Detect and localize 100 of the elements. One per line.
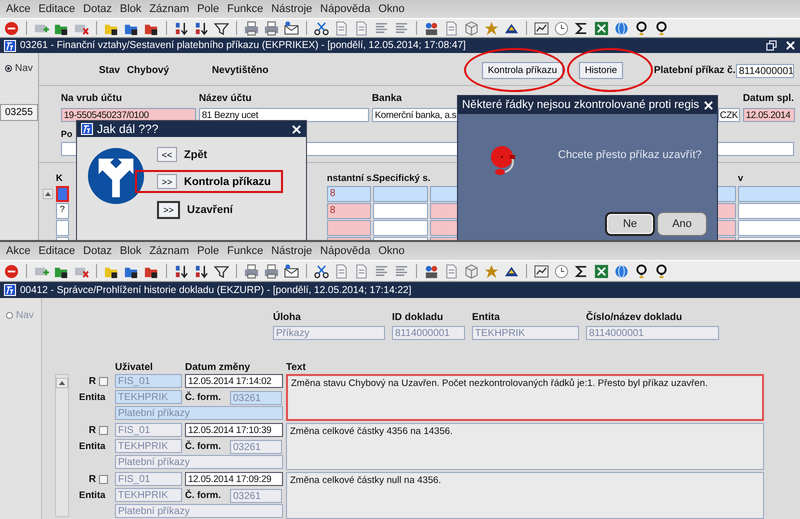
column-header: Datum změny — [185, 362, 252, 374]
action-button[interactable]: Historie — [578, 62, 624, 79]
sort-icon[interactable] — [194, 264, 209, 278]
stop-icon[interactable] — [4, 264, 19, 278]
checkbox[interactable] — [99, 426, 108, 435]
column-header: Specifický s. — [372, 173, 428, 184]
menu-item[interactable]: Akce — [2, 3, 34, 15]
input-field: TEKHPRIK — [472, 326, 579, 340]
spreadsheet-icon[interactable] — [594, 20, 609, 36]
dialog-button[interactable]: Ano — [657, 212, 707, 236]
menu-item[interactable]: Nástroje — [267, 3, 316, 15]
document-icon[interactable] — [354, 264, 369, 278]
menu-item[interactable]: Nástroje — [267, 245, 316, 257]
menu-item[interactable]: Nápověda — [316, 245, 374, 257]
stop-icon[interactable] — [4, 20, 19, 36]
sum-icon[interactable] — [574, 264, 589, 278]
menu-item[interactable]: Editace — [34, 245, 80, 257]
column-header: Text — [286, 362, 306, 374]
checkbox[interactable] — [99, 475, 108, 484]
envelope-icon[interactable] — [284, 20, 299, 36]
globe-icon[interactable] — [614, 264, 629, 278]
sum-icon[interactable] — [574, 20, 589, 36]
input-field[interactable]: 12.05.2014 — [742, 108, 795, 122]
menu-item[interactable]: Okno — [374, 245, 409, 257]
menu-item[interactable]: Okno — [374, 3, 409, 15]
sort-icon[interactable] — [194, 20, 209, 36]
input-field[interactable]: CZK — [718, 108, 740, 122]
menu-item[interactable]: Záznam — [145, 3, 194, 15]
radio-button[interactable] — [6, 312, 13, 319]
star-icon[interactable] — [484, 20, 499, 36]
document-icon[interactable] — [444, 264, 459, 278]
sort-icon[interactable] — [174, 264, 189, 278]
printer-icon[interactable] — [264, 20, 279, 36]
menu-item[interactable]: Blok — [116, 3, 146, 15]
close-icon[interactable] — [291, 124, 302, 134]
list-icon[interactable] — [394, 264, 409, 278]
sort-icon[interactable] — [174, 20, 189, 36]
menu-item[interactable]: Dotaz — [79, 3, 116, 15]
menu-item[interactable]: Pole — [193, 3, 224, 15]
table-cell[interactable] — [56, 220, 69, 236]
menu-item[interactable]: Funkce — [223, 245, 268, 257]
chart-icon[interactable] — [534, 264, 549, 278]
restore-icon[interactable] — [766, 40, 777, 51]
list-icon[interactable] — [394, 20, 409, 36]
menu-item[interactable]: Editace — [34, 3, 80, 15]
field-label: Číslo/název dokladu — [586, 312, 684, 323]
checkbox[interactable] — [99, 377, 108, 386]
menu-item[interactable]: Blok — [116, 245, 146, 257]
filter-icon[interactable] — [214, 20, 229, 36]
printer-icon[interactable] — [244, 264, 259, 278]
close-icon[interactable] — [703, 100, 714, 110]
spreadsheet-icon[interactable] — [594, 264, 609, 278]
cube-icon[interactable] — [464, 264, 479, 278]
document-icon[interactable] — [334, 20, 349, 36]
table-cell[interactable]: ? — [56, 203, 69, 219]
dialog-title: Jak dál ??? — [97, 122, 160, 136]
menu-item[interactable]: Funkce — [223, 3, 268, 15]
group-icon[interactable] — [424, 20, 439, 36]
filter-icon[interactable] — [214, 264, 229, 278]
field-label: ID dokladu — [392, 312, 444, 323]
globe-icon[interactable] — [614, 20, 629, 36]
option-label: Kontrola příkazu — [184, 176, 271, 188]
close-icon[interactable] — [785, 40, 796, 51]
option-button[interactable]: << — [157, 147, 177, 162]
input-field[interactable]: 81 Bezny ucet — [198, 108, 369, 122]
dialog-button[interactable]: Ne — [605, 212, 655, 236]
menu-item[interactable]: Záznam — [145, 245, 194, 257]
table-cell[interactable] — [56, 186, 69, 202]
scrollbar[interactable] — [55, 374, 69, 517]
status-value: Chybový — [126, 65, 170, 76]
scissors-icon[interactable] — [314, 264, 329, 278]
printer-icon[interactable] — [264, 264, 279, 278]
envelope-icon[interactable] — [284, 264, 299, 278]
action-button[interactable]: Kontrola příkazu — [482, 62, 563, 79]
group-icon[interactable] — [424, 264, 439, 278]
star-icon[interactable] — [484, 264, 499, 278]
menu-item[interactable]: Dotaz — [79, 245, 116, 257]
document-icon[interactable] — [444, 20, 459, 36]
document-icon[interactable] — [334, 264, 349, 278]
chart-icon[interactable] — [534, 20, 549, 36]
clock-icon[interactable] — [554, 20, 569, 36]
scroll-up-icon[interactable] — [56, 378, 68, 388]
option-button[interactable]: >> — [157, 201, 180, 219]
cube-icon[interactable] — [464, 20, 479, 36]
option-button[interactable]: >> — [157, 174, 177, 189]
field-label: R — [88, 474, 96, 485]
list-icon[interactable] — [374, 20, 389, 36]
menu-item[interactable]: Pole — [193, 245, 224, 257]
record-button[interactable]: 03255 — [0, 104, 38, 121]
menu-item[interactable]: Akce — [2, 245, 34, 257]
menu-item[interactable]: Nápověda — [316, 3, 374, 15]
clock-icon[interactable] — [554, 264, 569, 278]
input-field[interactable]: 8114000001 — [736, 64, 794, 78]
list-icon[interactable] — [374, 264, 389, 278]
radio-button[interactable] — [5, 65, 12, 72]
scroll-up-icon[interactable] — [42, 189, 53, 199]
scissors-icon[interactable] — [314, 20, 329, 36]
field-label: Č. form. — [185, 441, 222, 452]
document-icon[interactable] — [354, 20, 369, 36]
printer-icon[interactable] — [244, 20, 259, 36]
